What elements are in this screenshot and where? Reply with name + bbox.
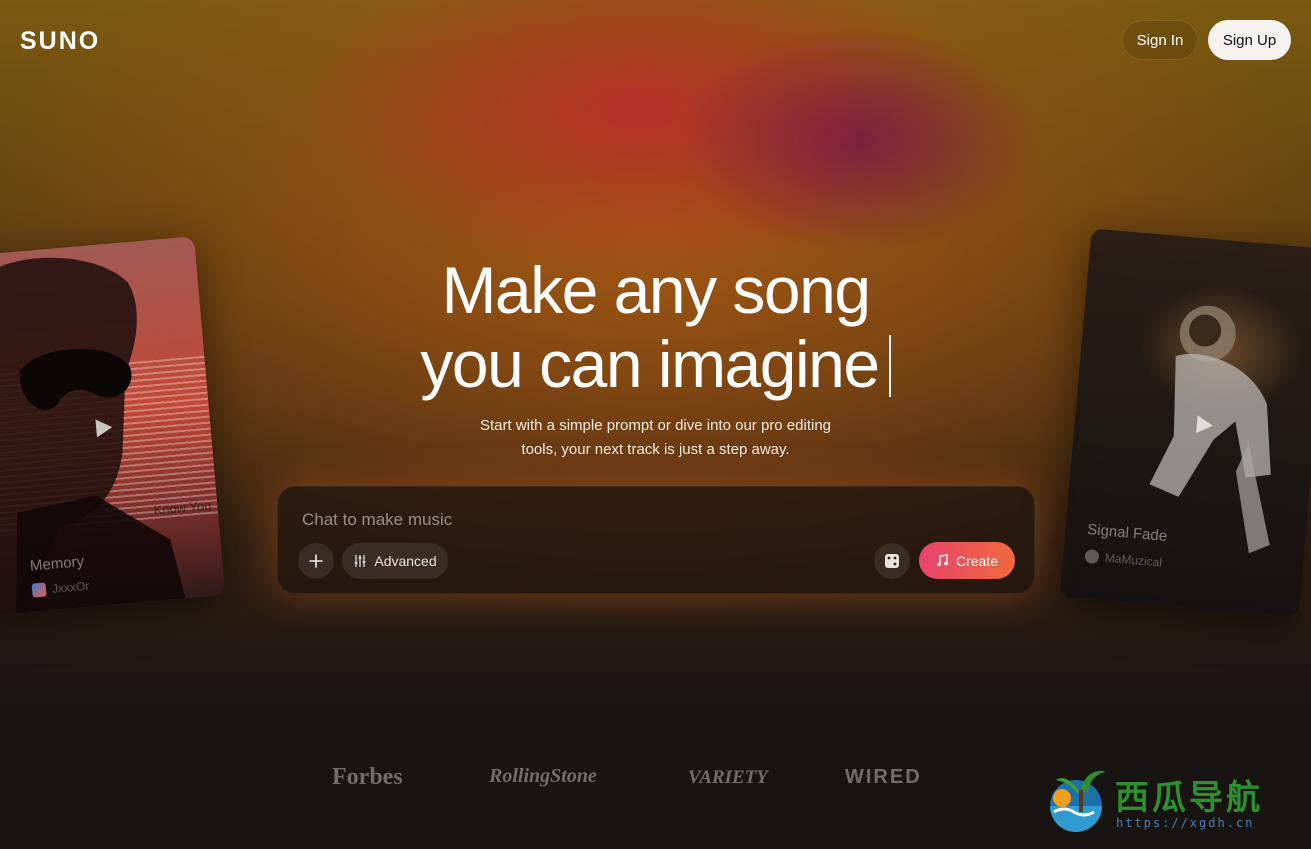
add-button[interactable] (298, 543, 334, 579)
advanced-button[interactable]: Advanced (342, 543, 448, 579)
chat-prompt-input[interactable] (300, 507, 864, 533)
site-watermark: 西瓜导航 https://xgdh.cn (1040, 762, 1300, 834)
sliders-icon (354, 555, 366, 567)
wired-logo: WIRED (845, 766, 922, 788)
sign-in-button[interactable]: Sign In (1122, 20, 1198, 60)
subtitle-line-1: Start with a simple prompt or dive into … (480, 417, 831, 434)
hero-subtitle: Start with a simple prompt or dive into … (0, 414, 1311, 462)
typing-caret (888, 335, 891, 397)
rolling-stone-logo: RollingStone (489, 765, 597, 787)
watermark-text: 西瓜导航 (1115, 778, 1263, 818)
card-author-avatar (31, 582, 47, 598)
headline-line-2: you can imagine (420, 327, 880, 401)
suno-logo[interactable]: SUNO (20, 27, 100, 56)
create-button[interactable]: Create (919, 542, 1015, 579)
watermelon-logo-icon (1050, 770, 1106, 832)
forbes-logo: Forbes (332, 764, 403, 790)
create-label: Create (955, 552, 999, 569)
subtitle-line-2: tools, your next track is just a step aw… (521, 441, 790, 458)
music-note-icon (937, 554, 948, 567)
advanced-label: Advanced (374, 553, 437, 569)
watermark-url: https://xgdh.cn (1116, 816, 1255, 830)
random-prompt-button[interactable] (874, 543, 910, 579)
variety-logo: VARIETY (688, 767, 768, 788)
hero-headline: Make any song you can imagine (0, 253, 1311, 401)
dice-icon (885, 554, 899, 568)
prompt-box: Advanced Create (277, 486, 1035, 594)
sign-up-button[interactable]: Sign Up (1208, 20, 1291, 60)
headline-line-1: Make any song (441, 253, 871, 327)
plus-icon (309, 554, 323, 568)
